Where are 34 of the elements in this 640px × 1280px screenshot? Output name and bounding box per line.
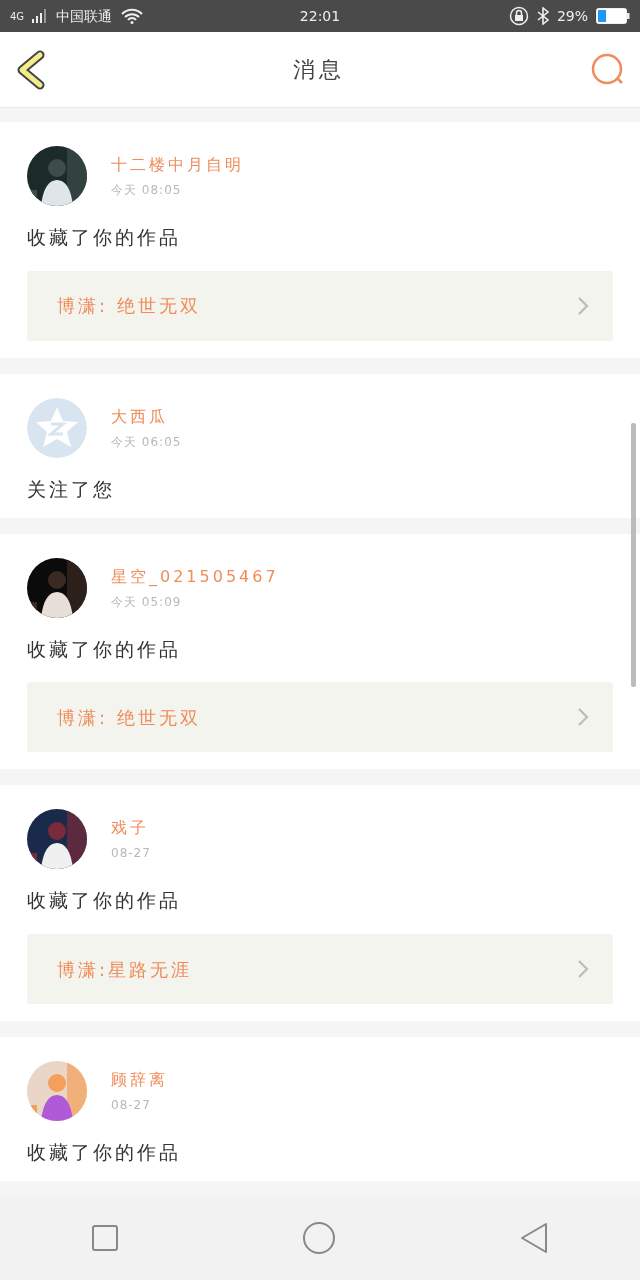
network-type: 4G bbox=[10, 9, 25, 24]
work-link[interactable]: 博潇:星路无涯 bbox=[27, 934, 613, 1005]
work-link[interactable]: 博潇: 绝世无双 bbox=[27, 682, 613, 753]
message-time: 今天 05:09 bbox=[111, 593, 183, 611]
user-name[interactable]: 顾辞离 bbox=[111, 1068, 168, 1093]
user-name[interactable]: 十二楼中月自明 bbox=[111, 153, 244, 177]
user-name[interactable]: 大西瓜 bbox=[111, 404, 182, 429]
message-time: 08-27 bbox=[111, 845, 151, 863]
rotation-lock-icon bbox=[508, 6, 529, 26]
chevron-icon bbox=[577, 295, 589, 316]
page-title: 消息 bbox=[293, 56, 345, 84]
wifi-icon bbox=[120, 8, 145, 24]
message-text: 收藏了你的作品 bbox=[27, 889, 182, 913]
message-text: 收藏了你的作品 bbox=[27, 226, 182, 249]
chevron-icon bbox=[577, 707, 589, 728]
message-text: 收藏了你的作品 bbox=[27, 1141, 182, 1164]
message-time: 08-27 bbox=[111, 1097, 152, 1115]
message-text: 收藏了你的作品 bbox=[27, 637, 182, 661]
message-time: 今天 08:05 bbox=[111, 182, 183, 199]
battery-percent: 29% bbox=[556, 6, 588, 26]
user-name[interactable]: 戏子 bbox=[111, 816, 151, 841]
clock-time: 22:01 bbox=[299, 6, 341, 26]
signal-icon bbox=[32, 9, 49, 23]
circle-icon[interactable] bbox=[302, 1220, 336, 1255]
message-time: 今天 06:05 bbox=[111, 433, 182, 451]
user-name[interactable]: 星空_021505467 bbox=[111, 564, 279, 589]
work-link[interactable]: 博潇: 绝世无双 bbox=[27, 270, 613, 341]
chevron-icon bbox=[577, 959, 589, 980]
message-text: 关注了您 bbox=[27, 477, 116, 501]
square-icon[interactable] bbox=[91, 1223, 120, 1252]
triangle-icon[interactable] bbox=[518, 1221, 549, 1254]
battery-icon bbox=[596, 8, 630, 24]
carrier-name: 中国联通 bbox=[56, 6, 113, 26]
bluetooth-icon bbox=[536, 7, 549, 25]
